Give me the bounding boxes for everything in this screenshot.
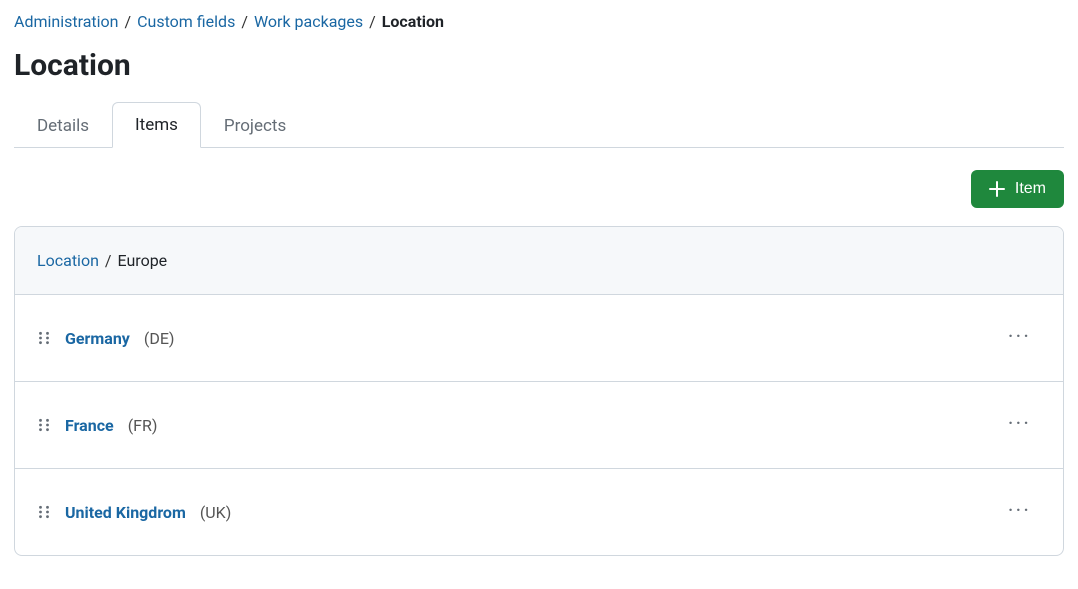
breadcrumb-link-administration[interactable]: Administration (14, 10, 119, 34)
item-code: (UK) (200, 503, 231, 522)
add-item-button-label: Item (1015, 180, 1046, 198)
toolbar: Item (14, 170, 1064, 208)
row-actions-button[interactable]: ··· (998, 410, 1041, 440)
list-item: United Kingdrom (UK) ··· (15, 469, 1063, 555)
more-icon: ··· (1008, 414, 1031, 436)
breadcrumb-separator: / (241, 10, 248, 34)
list-item: France (FR) ··· (15, 382, 1063, 469)
list-item: Germany (DE) ··· (15, 295, 1063, 382)
breadcrumb-link-work-packages[interactable]: Work packages (254, 10, 363, 34)
item-name-link[interactable]: France (65, 416, 114, 435)
tab-details[interactable]: Details (14, 103, 112, 148)
plus-icon (989, 181, 1005, 197)
page-title: Location (14, 48, 1064, 83)
breadcrumb-link-custom-fields[interactable]: Custom fields (137, 10, 235, 34)
breadcrumb-separator: / (105, 251, 112, 270)
breadcrumb-current: Location (382, 10, 444, 34)
item-code: (DE) (144, 329, 175, 348)
breadcrumb: Administration / Custom fields / Work pa… (14, 10, 1064, 34)
breadcrumb-separator: / (369, 10, 376, 34)
breadcrumb-separator: / (125, 10, 132, 34)
item-name-link[interactable]: Germany (65, 329, 130, 348)
item-name-link[interactable]: United Kingdrom (65, 503, 186, 522)
add-item-button[interactable]: Item (971, 170, 1064, 208)
tab-items[interactable]: Items (112, 102, 201, 148)
drag-handle-icon[interactable] (37, 331, 51, 345)
panel-breadcrumb-current: Europe (118, 251, 168, 270)
tab-projects[interactable]: Projects (201, 103, 309, 148)
panel-breadcrumb: Location / Europe (15, 227, 1063, 295)
item-code: (FR) (128, 416, 158, 435)
drag-handle-icon[interactable] (37, 418, 51, 432)
row-actions-button[interactable]: ··· (998, 497, 1041, 527)
drag-handle-icon[interactable] (37, 505, 51, 519)
panel-breadcrumb-root[interactable]: Location (37, 251, 99, 270)
row-actions-button[interactable]: ··· (998, 323, 1041, 353)
more-icon: ··· (1008, 501, 1031, 523)
more-icon: ··· (1008, 327, 1031, 349)
tabs: Details Items Projects (14, 101, 1064, 148)
items-panel: Location / Europe Germany (DE) ··· Franc… (14, 226, 1064, 556)
